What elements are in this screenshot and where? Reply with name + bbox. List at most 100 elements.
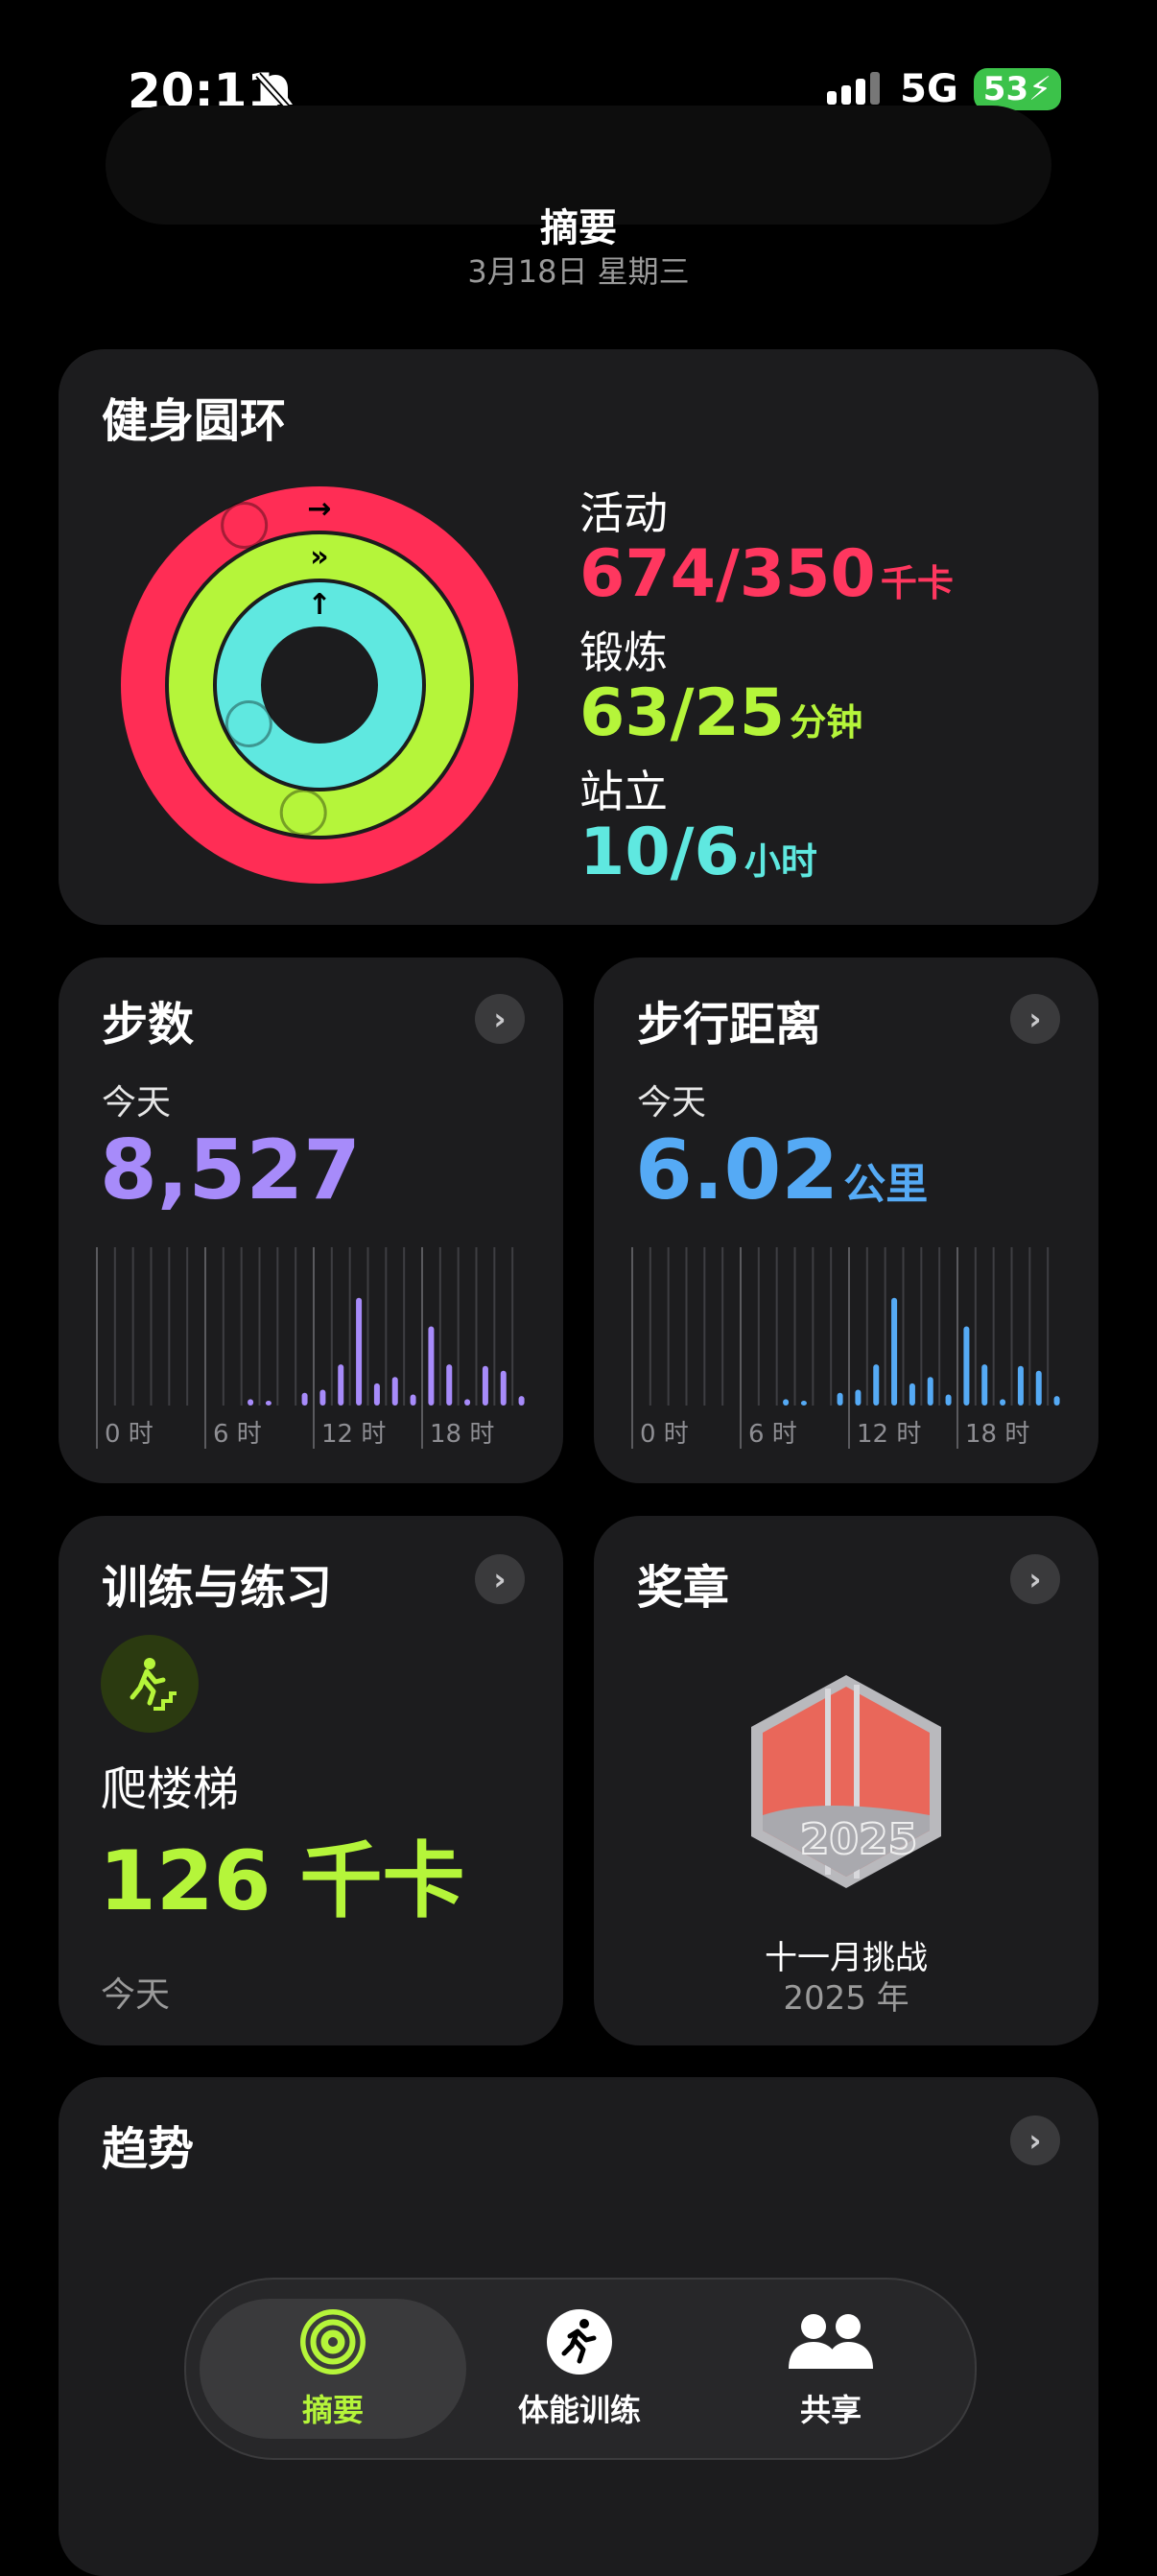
activity-rings-chart: → » ↑	[121, 486, 518, 884]
chart-bar	[319, 1389, 326, 1406]
move-value: 674/350	[579, 536, 876, 612]
chart-bar	[518, 1396, 525, 1406]
exercise-arrow-icon: »	[310, 540, 328, 574]
stand-ring-stat: 站立 10/6 小时	[579, 757, 817, 890]
chevron-right-icon[interactable]: ›	[475, 994, 525, 1044]
workout-name: 爬楼梯	[101, 1762, 240, 1816]
tab-summary[interactable]: 摘要	[200, 2299, 466, 2439]
badge-year-text: 2025	[800, 1815, 917, 1864]
chart-x-label: 18 时	[965, 1420, 1029, 1449]
move-label: 活动	[579, 487, 668, 539]
workouts-card[interactable]: 训练与练习 › 爬楼梯 126 千卡 今天	[59, 1516, 563, 2045]
steps-value: 8,527	[100, 1123, 362, 1218]
chart-bar	[1000, 1399, 1006, 1406]
chart-bar	[356, 1297, 363, 1406]
chart-x-label: 6 时	[748, 1420, 797, 1449]
card-title: 步行距离	[637, 998, 822, 1052]
chart-bar	[265, 1401, 272, 1406]
stand-arrow-icon: ↑	[307, 588, 331, 622]
chart-bar	[1017, 1365, 1024, 1406]
chart-bar	[428, 1326, 435, 1406]
steps-card[interactable]: 步数 › 今天 8,527 0 时 6 时 12 时 18 时	[59, 957, 563, 1483]
chevron-right-icon[interactable]: ›	[1010, 994, 1060, 1044]
chart-x-label: 6 时	[213, 1420, 262, 1449]
exercise-unit: 分钟	[790, 701, 863, 744]
period-label: 今天	[102, 1083, 172, 1123]
period-label: 今天	[637, 1083, 707, 1123]
battery-level: 53	[982, 70, 1029, 108]
chart-bar	[800, 1401, 807, 1406]
chart-bar	[837, 1392, 843, 1406]
chart-bar	[373, 1383, 380, 1406]
chart-bar	[410, 1394, 416, 1406]
people-icon	[789, 2314, 873, 2369]
chart-bar	[464, 1399, 471, 1406]
chart-bar	[981, 1364, 988, 1406]
exercise-label: 锻炼	[579, 626, 668, 678]
chart-x-label: 12 时	[321, 1420, 386, 1449]
move-ring-stat: 活动 674/350 千卡	[579, 479, 954, 612]
card-title: 训练与练习	[102, 1561, 333, 1615]
card-title: 步数	[102, 998, 195, 1052]
chart-bar	[500, 1370, 507, 1406]
chart-bar	[446, 1364, 453, 1406]
chart-x-label: 0 时	[105, 1420, 153, 1449]
move-arrow-icon: →	[307, 492, 331, 526]
stand-ring-overlap-cap	[224, 699, 272, 747]
chart-bar	[248, 1399, 254, 1406]
stand-label: 站立	[579, 766, 668, 817]
stand-value: 10/6	[579, 815, 740, 890]
runner-icon	[547, 2309, 612, 2375]
chart-bar	[891, 1297, 898, 1406]
distance-value: 6.02	[635, 1123, 839, 1218]
cellular-signal-icon	[827, 72, 881, 105]
battery-indicator: 53⚡	[973, 68, 1061, 110]
card-title: 趋势	[102, 2122, 195, 2176]
workout-period: 今天	[101, 1975, 171, 2015]
stair-climbing-glyph	[130, 1658, 177, 1711]
chevron-right-icon[interactable]: ›	[1010, 1554, 1060, 1604]
card-title: 健身圆环	[102, 394, 287, 448]
chart-bar	[482, 1365, 488, 1406]
chart-x-label: 18 时	[430, 1420, 494, 1449]
steps-hourly-chart: 0 时 6 时 12 时 18 时	[96, 1247, 525, 1449]
chart-bar	[391, 1377, 398, 1406]
chart-bar	[1035, 1370, 1042, 1406]
tab-label: 共享	[799, 2392, 862, 2428]
distance-unit: 公里	[843, 1160, 929, 1209]
page-date: 3月18日 星期三	[467, 253, 690, 290]
chart-x-label: 12 时	[857, 1420, 921, 1449]
distance-value-row: 6.02 公里	[635, 1123, 928, 1218]
chart-bar	[909, 1383, 915, 1406]
awards-card[interactable]: 奖章 › 2025 十一月挑战 2025 年	[594, 1516, 1098, 2045]
chart-bar	[338, 1364, 344, 1406]
chart-x-label: 0 时	[640, 1420, 689, 1449]
chart-bar	[855, 1389, 862, 1406]
tab-bar: 摘要 体能训练 共享	[184, 2278, 977, 2460]
chart-bar	[945, 1394, 952, 1406]
activity-rings-icon	[300, 2309, 366, 2375]
chart-bar	[873, 1364, 880, 1406]
activity-rings-card[interactable]: 健身圆环 → » ↑ 活动 674/350 千卡 锻炼 63/25 分钟 站立 10…	[59, 349, 1098, 925]
exercise-value: 63/25	[579, 675, 786, 751]
tab-label: 体能训练	[517, 2392, 641, 2428]
workout-calories: 126 千卡	[99, 1833, 465, 1929]
stair-climbing-icon	[101, 1635, 199, 1733]
chart-bar	[927, 1377, 933, 1406]
card-title: 奖章	[637, 1561, 730, 1615]
chart-bar	[1053, 1396, 1060, 1406]
chevron-right-icon[interactable]: ›	[1010, 2115, 1060, 2165]
distance-card[interactable]: 步行距离 › 今天 6.02 公里 0 时 6 时 12 时 18 时	[594, 957, 1098, 1483]
tab-label: 摘要	[301, 2392, 364, 2428]
chart-bar	[963, 1326, 970, 1406]
chevron-right-icon[interactable]: ›	[475, 1554, 525, 1604]
distance-hourly-chart: 0 时 6 时 12 时 18 时	[631, 1247, 1060, 1449]
exercise-ring-overlap-cap	[279, 789, 327, 837]
move-ring-overlap-cap	[221, 502, 269, 550]
exercise-ring-stat: 锻炼 63/25 分钟	[579, 618, 862, 751]
tab-fitness[interactable]: 体能训练	[464, 2299, 695, 2439]
stand-unit: 小时	[744, 840, 817, 883]
tab-sharing[interactable]: 共享	[716, 2299, 946, 2439]
chart-bar	[301, 1392, 308, 1406]
chart-bar	[783, 1399, 790, 1406]
